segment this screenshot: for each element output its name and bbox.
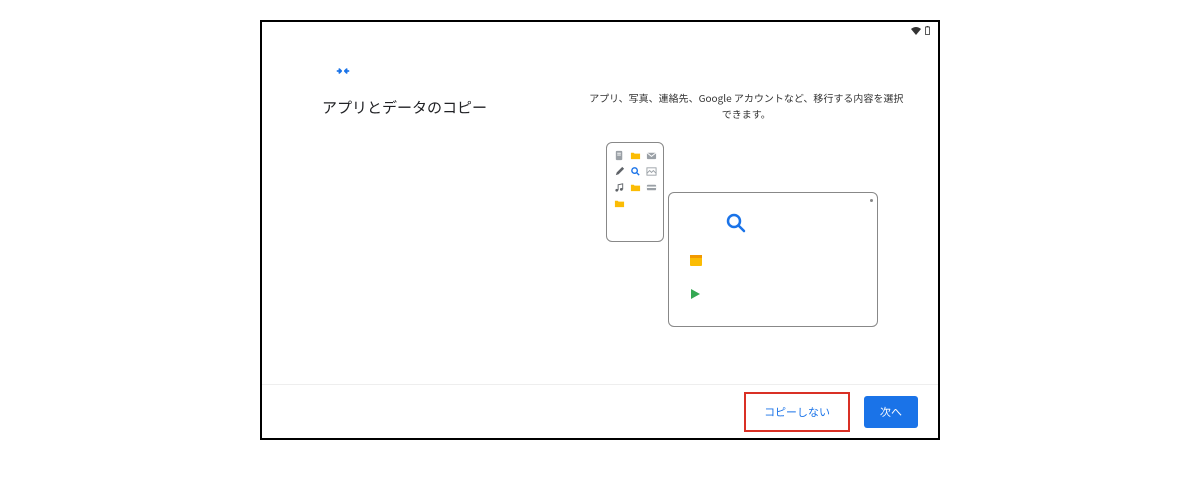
battery-icon [925, 26, 930, 35]
left-column: アプリとデータのコピー [282, 42, 575, 378]
right-column: アプリ、写真、連絡先、Google アカウントなど、移行する内容を選択できます。 [575, 42, 918, 378]
mail-icon [645, 149, 657, 161]
illustration [596, 142, 896, 332]
search-blue-icon [629, 165, 641, 177]
description-text: アプリ、写真、連絡先、Google アカウントなど、移行する内容を選択できます。 [575, 90, 918, 122]
document-icon [613, 149, 625, 161]
folder-yellow-icon [629, 149, 641, 161]
setup-screen: アプリとデータのコピー アプリ、写真、連絡先、Google アカウントなど、移行… [260, 20, 940, 440]
search-blue-large-icon [724, 211, 748, 240]
folder-yellow-icon [613, 197, 625, 209]
play-green-icon [689, 281, 701, 305]
folder-yellow-icon [629, 181, 641, 193]
card-icon [645, 181, 657, 193]
bottom-bar: コピーしない 次へ [262, 384, 938, 438]
page-title: アプリとデータのコピー [322, 97, 575, 118]
phone-device [606, 142, 664, 242]
wifi-icon [911, 27, 921, 35]
music-note-icon [613, 181, 625, 193]
copy-arrows-icon [332, 60, 575, 87]
camera-dot-icon [870, 199, 873, 202]
next-button[interactable]: 次へ [864, 396, 918, 428]
pencil-icon [613, 165, 625, 177]
highlight-annotation: コピーしない [744, 392, 850, 432]
content-area: アプリとデータのコピー アプリ、写真、連絡先、Google アカウントなど、移行… [262, 22, 938, 438]
image-icon [645, 165, 657, 177]
tablet-device [668, 192, 878, 327]
status-bar [911, 26, 930, 35]
skip-button[interactable]: コピーしない [748, 396, 846, 428]
calendar-yellow-icon [689, 248, 703, 272]
